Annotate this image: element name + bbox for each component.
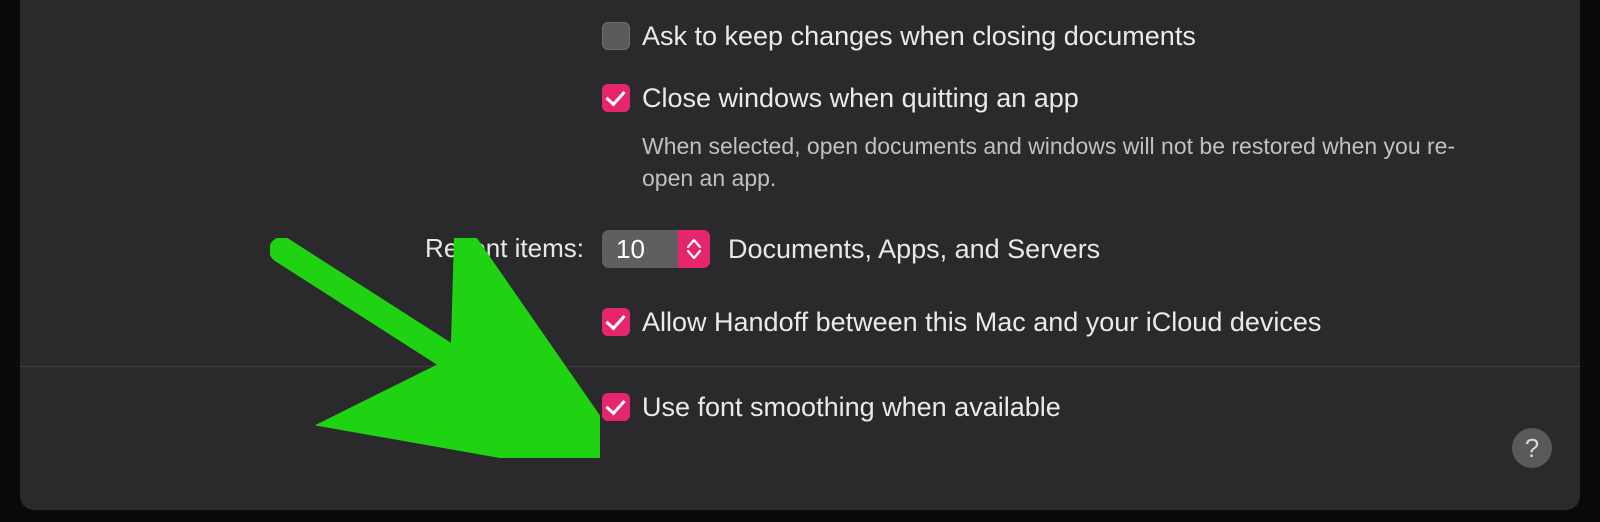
section-divider [20,366,1580,367]
recent-items-value: 10 [602,230,678,268]
font-smoothing-checkbox[interactable] [602,393,630,421]
allow-handoff-checkbox[interactable] [602,308,630,336]
close-windows-label: Close windows when quitting an app [642,80,1079,116]
close-windows-description: When selected, open documents and window… [642,130,1472,194]
help-button[interactable]: ? [1512,428,1552,468]
option-row-close-windows: Close windows when quitting an app When … [20,80,1580,194]
option-row-allow-handoff: Allow Handoff between this Mac and your … [20,304,1580,340]
recent-items-stepper[interactable]: 10 [602,230,710,268]
preferences-panel: Ask to keep changes when closing documen… [20,0,1580,510]
recent-items-suffix: Documents, Apps, and Servers [728,234,1100,265]
stepper-buttons-icon [678,230,710,268]
annotation-arrow-icon [270,238,600,458]
ask-keep-changes-checkbox[interactable] [602,22,630,50]
recent-items-label: Recent items: [20,230,602,266]
ask-keep-changes-label: Ask to keep changes when closing documen… [642,18,1196,54]
close-windows-checkbox[interactable] [602,84,630,112]
allow-handoff-label: Allow Handoff between this Mac and your … [642,304,1321,340]
option-row-font-smoothing: Use font smoothing when available [20,389,1580,425]
option-row-ask-keep-changes: Ask to keep changes when closing documen… [20,18,1580,54]
option-row-recent-items: Recent items: 10 Documents, Apps, and Se… [20,230,1580,268]
font-smoothing-label: Use font smoothing when available [642,389,1061,425]
help-icon: ? [1525,433,1539,464]
